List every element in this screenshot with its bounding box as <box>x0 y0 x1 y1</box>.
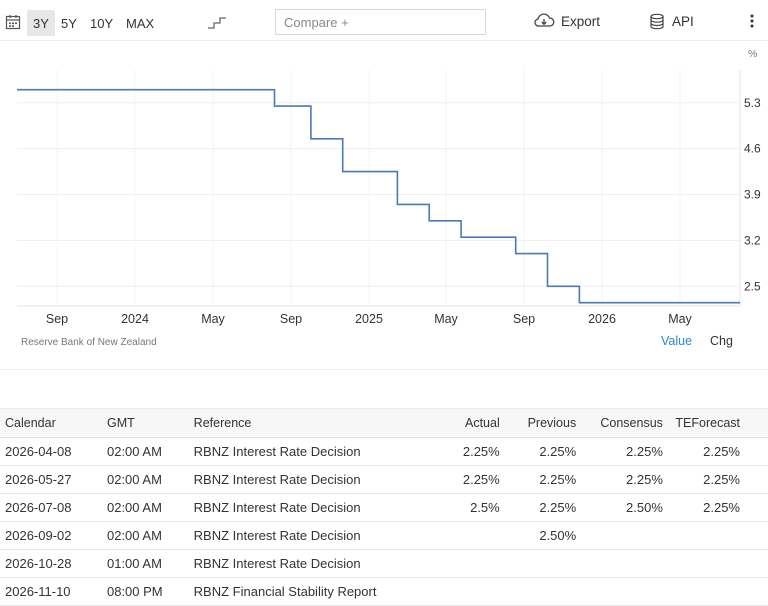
table-row[interactable]: 2026-09-02 02:00 AM RBNZ Interest Rate Dec… <box>0 521 768 550</box>
section-divider <box>0 369 768 370</box>
header-actual: Actual <box>423 408 500 438</box>
cell-actual: 2.5% <box>423 493 500 522</box>
x-tick-label: May <box>668 312 692 326</box>
y-tick-label: 2.5 <box>744 279 761 293</box>
table-row[interactable]: 2026-05-27 02:00 AM RBNZ Interest Rate Dec… <box>0 465 768 494</box>
step-line-chart[interactable]: 5.3 4.6 3.9 3.2 2.5 Sep 2024 May Sep 2025 May Sep 20… <box>0 40 768 330</box>
cell-gmt: 02:00 AM <box>101 437 189 466</box>
cell-reference[interactable]: RBNZ Financial Stability Report <box>188 577 424 606</box>
cell-previous: 2.25% <box>499 465 577 494</box>
export-label: Export <box>561 13 601 29</box>
range-button-3y[interactable]: 3Y <box>27 10 55 36</box>
x-tick-label: Sep <box>46 312 68 326</box>
table-row[interactable]: 2026-10-28 01:00 AM RBNZ Interest Rate Dec… <box>0 549 768 578</box>
cell-actual <box>423 549 500 578</box>
range-button-10y[interactable]: 10Y <box>84 10 119 36</box>
cell-previous <box>499 577 577 606</box>
cell-previous <box>499 549 577 578</box>
header-previous: Previous <box>499 408 577 438</box>
calendar-table: Calendar GMT Reference Actual Previous C… <box>0 408 768 606</box>
cell-actual: 2.25% <box>423 465 500 494</box>
y-tick-label: 3.2 <box>744 233 761 247</box>
cell-previous: 2.25% <box>499 493 577 522</box>
cell-date: 2026-04-08 <box>0 437 102 466</box>
cell-teforecast: 2.25% <box>662 437 768 466</box>
database-icon <box>650 13 664 29</box>
x-tick-label: 2026 <box>588 312 616 326</box>
cell-previous: 2.25% <box>499 437 577 466</box>
cell-actual <box>423 521 500 550</box>
header-gmt: GMT <box>101 408 189 438</box>
range-button-max[interactable]: MAX <box>120 10 160 36</box>
kebab-menu-icon[interactable] <box>744 6 760 36</box>
calendar-header-row: Calendar GMT Reference Actual Previous C… <box>0 408 768 438</box>
cell-date: 2026-09-02 <box>0 521 102 550</box>
cell-date: 2026-11-10 <box>0 577 102 606</box>
header-teforecast: TEForecast <box>662 408 768 438</box>
cell-gmt: 02:00 AM <box>101 521 189 550</box>
x-tick-label: 2024 <box>121 312 149 326</box>
cell-consensus <box>576 577 663 606</box>
cell-consensus <box>576 521 663 550</box>
calendar-body: 2026-04-08 02:00 AM RBNZ Interest Rate Dec… <box>0 437 768 606</box>
unit-label: % <box>748 48 757 60</box>
cell-reference[interactable]: RBNZ Interest Rate Decision <box>188 521 424 550</box>
cell-reference[interactable]: RBNZ Interest Rate Decision <box>188 549 424 578</box>
cell-reference[interactable]: RBNZ Interest Rate Decision <box>188 437 424 466</box>
cell-teforecast <box>662 577 768 606</box>
series-line <box>17 88 740 304</box>
range-button-5y[interactable]: 5Y <box>55 10 83 36</box>
header-calendar: Calendar <box>0 408 102 438</box>
table-row[interactable]: 2026-11-10 08:00 PM RBNZ Financial Stabili… <box>0 577 768 606</box>
cloud-download-icon <box>534 13 555 27</box>
value-toggle[interactable]: Value <box>661 334 692 348</box>
calendar-icon[interactable] <box>4 12 22 32</box>
source-label: Reserve Bank of New Zealand <box>21 337 157 348</box>
cell-consensus: 2.25% <box>576 465 663 494</box>
x-tick-label: Sep <box>513 312 535 326</box>
cell-gmt: 02:00 AM <box>101 465 189 494</box>
y-tick-label: 4.6 <box>744 142 761 156</box>
cell-actual <box>423 577 500 606</box>
header-reference: Reference <box>188 408 424 438</box>
chart-area: 5.3 4.6 3.9 3.2 2.5 Sep 2024 May Sep 2025 May Sep 20… <box>0 40 768 370</box>
cell-consensus: 2.50% <box>576 493 663 522</box>
y-tick-label: 5.3 <box>744 96 761 110</box>
cell-date: 2026-10-28 <box>0 549 102 578</box>
cell-gmt: 02:00 AM <box>101 493 189 522</box>
x-tick-label: Sep <box>280 312 302 326</box>
api-button[interactable]: API <box>649 6 694 36</box>
x-tick-label: May <box>201 312 225 326</box>
cell-previous: 2.50% <box>499 521 577 550</box>
cell-consensus: 2.25% <box>576 437 663 466</box>
cell-teforecast <box>662 549 768 578</box>
cell-gmt: 08:00 PM <box>101 577 189 606</box>
cell-date: 2026-05-27 <box>0 465 102 494</box>
header-consensus: Consensus <box>576 408 663 438</box>
x-tick-label: May <box>434 312 458 326</box>
table-row[interactable]: 2026-04-08 02:00 AM RBNZ Interest Rate Dec… <box>0 437 768 466</box>
compare-input[interactable] <box>275 9 486 35</box>
chart-toolbar: 3Y 5Y 10Y MAX Export API <box>0 0 768 44</box>
export-button[interactable]: Export <box>533 6 600 36</box>
cell-teforecast: 2.25% <box>662 465 768 494</box>
cell-reference[interactable]: RBNZ Interest Rate Decision <box>188 465 424 494</box>
api-label: API <box>672 13 694 29</box>
y-tick-label: 3.9 <box>744 188 761 202</box>
cell-gmt: 01:00 AM <box>101 549 189 578</box>
cell-teforecast: 2.25% <box>662 493 768 522</box>
cell-actual: 2.25% <box>423 437 500 466</box>
table-row[interactable]: 2026-07-08 02:00 AM RBNZ Interest Rate Dec… <box>0 493 768 522</box>
chg-toggle[interactable]: Chg <box>710 334 733 348</box>
cell-date: 2026-07-08 <box>0 493 102 522</box>
x-tick-label: 2025 <box>355 312 383 326</box>
cell-reference[interactable]: RBNZ Interest Rate Decision <box>188 493 424 522</box>
cell-teforecast <box>662 521 768 550</box>
step-chart-icon[interactable] <box>205 13 229 33</box>
cell-consensus <box>576 549 663 578</box>
